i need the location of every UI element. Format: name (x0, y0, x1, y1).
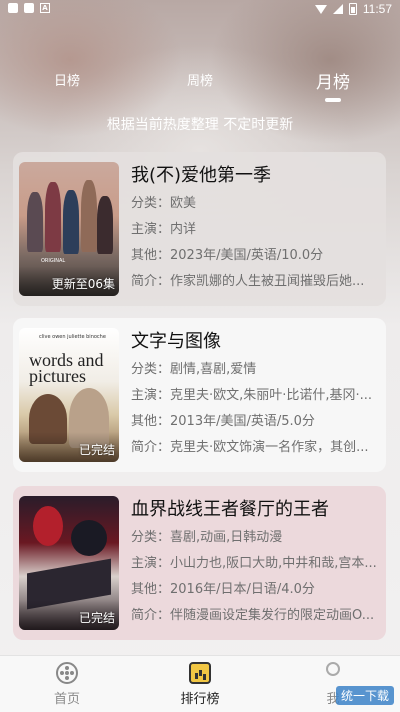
item-other: 其他：2023年/美国/英语/10.0分 (131, 248, 324, 263)
watermark-logo: 统一下载 (335, 686, 394, 705)
signal-icon (332, 4, 343, 14)
item-summary: 简介：作家凯娜的人生被丑闻摧毁后她... (131, 274, 365, 289)
item-other: 其他：2016年/日本/日语/4.0分 (131, 582, 315, 597)
item-cast: 主演：克里夫·欧文,朱丽叶·比诺什,基冈·... (131, 388, 373, 403)
list-item[interactable]: 已完结 血界战线王者餐厅的王者 分类：喜剧,动画,日韩动漫 主演：小山力也,阪口… (13, 486, 386, 640)
nav-ranking-label: 排行榜 (180, 692, 220, 707)
status-badge: 已完结 (78, 611, 115, 625)
episode-badge: 更新至06集 (51, 277, 115, 291)
item-title: 文字与图像 (131, 331, 221, 352)
ranking-subtitle: 根据当前热度整理 不定时更新 (106, 117, 294, 133)
tab-monthly-label: 月榜 (316, 73, 350, 93)
wifi-icon (314, 4, 327, 14)
item-category: 分类：剧情,喜剧,爱情 (131, 362, 257, 377)
poster-figure (97, 196, 113, 254)
item-title: 血界战线王者餐厅的王者 (131, 499, 329, 520)
nav-home-label: 首页 (53, 692, 80, 707)
item-other: 其他：2013年/美国/英语/5.0分 (131, 414, 315, 429)
tab-weekly[interactable]: 周榜 (187, 70, 213, 89)
notification-icon (8, 3, 18, 13)
battery-icon (348, 3, 357, 15)
poster-image: clive owen juliette binoche words and pi… (19, 328, 119, 462)
watermark-text: 统一下载 (340, 689, 389, 703)
poster-figure (27, 192, 43, 252)
status-badge: 已完结 (78, 443, 115, 457)
a-notification-icon: A (40, 3, 50, 13)
ranking-tabs: 日榜 周榜 月榜 (0, 60, 400, 104)
poster-actors: clive owen juliette binoche (39, 334, 106, 340)
poster-image: 已完结 (19, 496, 119, 630)
poster-figure (81, 180, 97, 252)
tab-active-indicator (325, 98, 341, 102)
notification-icon-2 (24, 3, 34, 13)
item-summary: 简介：克里夫·欧文饰演一名作家，其创... (131, 440, 369, 455)
item-title: 我(不)爱他第一季 (131, 165, 272, 186)
nav-ranking[interactable]: 排行榜 (160, 662, 240, 707)
clock: 11:57 (362, 2, 392, 16)
poster-figure (63, 190, 79, 254)
item-category: 分类：喜剧,动画,日韩动漫 (131, 530, 283, 545)
poster-title: words and pictures (29, 350, 104, 386)
tab-monthly[interactable]: 月榜 (316, 68, 350, 102)
poster-image: ORIGINAL 更新至06集 (19, 162, 119, 296)
film-reel-icon (56, 662, 78, 684)
poster-figure (33, 506, 63, 546)
poster-figure (45, 182, 61, 252)
poster-figure (71, 520, 107, 556)
item-category: 分类：欧美 (131, 196, 197, 211)
list-item[interactable]: ORIGINAL 更新至06集 我(不)爱他第一季 分类：欧美 主演：内详 其他… (13, 152, 386, 306)
item-summary: 简介：伴随漫画设定集发行的限定动画O... (131, 608, 375, 623)
item-cast: 主演：小山力也,阪口大助,中井和哉,宫本... (131, 556, 376, 571)
nav-home[interactable]: 首页 (27, 662, 107, 707)
tab-daily[interactable]: 日榜 (54, 70, 80, 89)
item-cast: 主演：内详 (131, 222, 197, 237)
ranking-icon (189, 662, 211, 684)
status-bar: A 11:57 (0, 0, 400, 18)
list-item[interactable]: clive owen juliette binoche words and pi… (13, 318, 386, 472)
user-icon (322, 662, 344, 684)
poster-caption: ORIGINAL (41, 258, 66, 264)
